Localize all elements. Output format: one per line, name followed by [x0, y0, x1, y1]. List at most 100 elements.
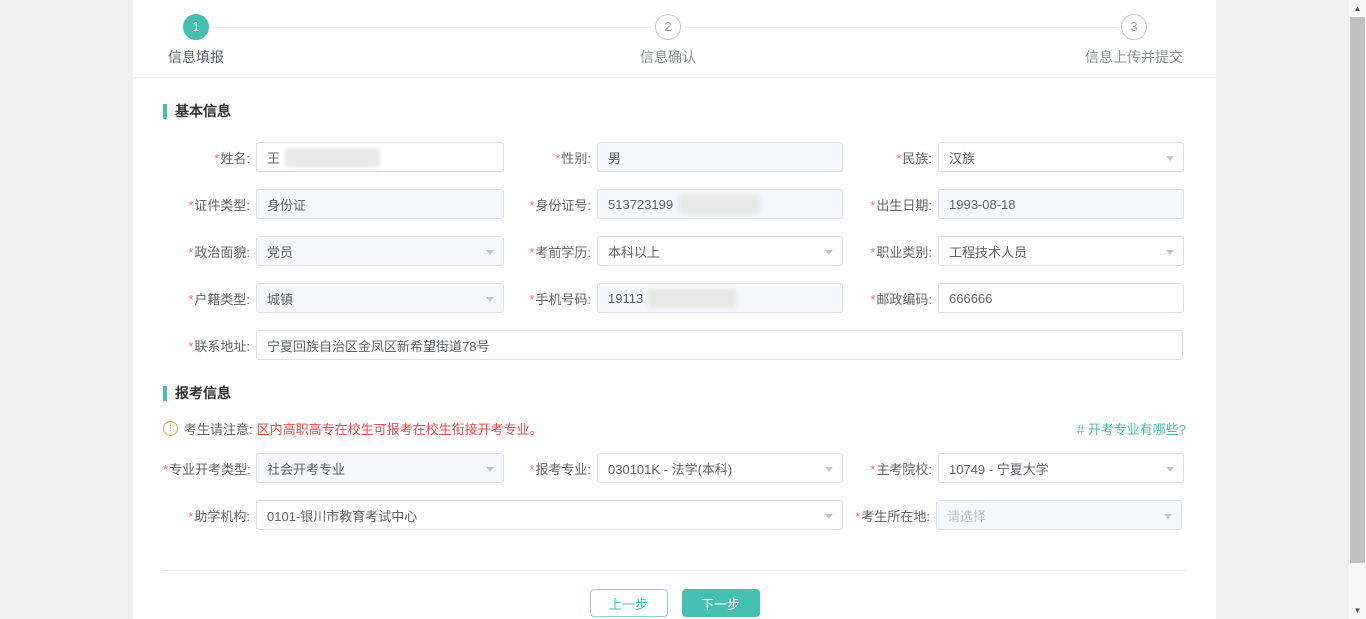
major-type-field: *专业开考类型: 社会开考专业 — [163, 453, 504, 483]
step-2-label: 信息确认 — [558, 47, 778, 67]
chevron-down-icon — [1166, 156, 1174, 161]
ethnicity-select[interactable]: 汉族 — [938, 142, 1184, 172]
occupation-field: *职业类别: 工程技术人员 — [845, 236, 1186, 266]
content-card: 1 信息填报 2 信息确认 3 信息上传并提交 基本信息 *姓名: 王 — [133, 0, 1216, 619]
step-3-upload-submit: 3 信息上传并提交 — [1024, 14, 1244, 67]
basic-row-4: *户籍类型: 城镇 *手机号码: 19113 *邮政编码: 666666 — [163, 283, 1186, 313]
apply-info-section-title: 报考信息 — [163, 383, 1186, 403]
basic-info-section-title: 基本信息 — [163, 101, 1186, 121]
required-mark: * — [188, 198, 193, 213]
id-type-field: *证件类型: 身份证 — [163, 189, 504, 219]
household-type-label: *户籍类型: — [163, 289, 256, 308]
id-number-input: 513723199 — [597, 189, 843, 219]
chevron-down-icon — [486, 250, 494, 255]
postcode-field: *邮政编码: 666666 — [845, 283, 1186, 313]
birth-date-field: *出生日期: 1993-08-18 — [845, 189, 1186, 219]
scroll-down-button[interactable]: ▼ — [1349, 602, 1366, 619]
next-step-button[interactable]: 下一步 — [682, 589, 760, 617]
notice-text: 区内高职高专在校生可报考在校生衔接开考专业。 — [257, 419, 543, 438]
redaction-mask — [648, 289, 736, 308]
postcode-label: *邮政编码: — [845, 289, 938, 308]
step-2-info-confirm: 2 信息确认 — [558, 14, 778, 67]
required-mark: * — [870, 198, 875, 213]
location-select[interactable]: 请选择 — [936, 500, 1182, 530]
notice-prefix: 考生请注意: — [184, 419, 253, 438]
id-number-label: *身份证号: — [504, 195, 597, 214]
chevron-down-icon — [825, 514, 833, 519]
address-input[interactable]: 宁夏回族自治区金凤区新希望街道78号 — [256, 330, 1183, 360]
previous-step-button[interactable]: 上一步 — [590, 589, 668, 617]
chevron-down-icon — [1164, 514, 1172, 519]
required-mark: * — [188, 339, 193, 354]
name-label: *姓名: — [163, 148, 256, 167]
major-type-label: *专业开考类型: — [163, 459, 256, 478]
gender-input: 男 — [597, 142, 843, 172]
step-1-info-fill: 1 信息填报 — [86, 14, 306, 67]
basic-row-5: *联系地址: 宁夏回族自治区金凤区新希望街道78号 — [163, 330, 1186, 360]
scrollbar-thumb[interactable] — [1350, 17, 1365, 563]
required-mark: * — [870, 292, 875, 307]
chevron-down-icon — [1166, 250, 1174, 255]
major-type-select[interactable]: 社会开考专业 — [256, 453, 504, 483]
major-select[interactable]: 030101K - 法学(本科) — [597, 453, 843, 483]
college-select[interactable]: 10749 - 宁夏大学 — [938, 453, 1184, 483]
apply-info-title-text: 报考信息 — [175, 383, 231, 403]
required-mark: * — [214, 151, 219, 166]
household-type-select[interactable]: 城镇 — [256, 283, 504, 313]
chevron-down-icon — [486, 297, 494, 302]
occupation-select[interactable]: 工程技术人员 — [938, 236, 1184, 266]
phone-label: *手机号码: — [504, 289, 597, 308]
required-mark: * — [896, 151, 901, 166]
major-field: *报考专业: 030101K - 法学(本科) — [504, 453, 845, 483]
birth-date-label: *出生日期: — [845, 195, 938, 214]
step-3-circle: 3 — [1121, 14, 1147, 40]
notice-row: ! 考生请注意: 区内高职高专在校生可报考在校生衔接开考专业。 # 开考专业有哪… — [163, 419, 1186, 438]
location-field: *考生所在地: 请选择 — [843, 500, 1184, 530]
required-mark: * — [529, 198, 534, 213]
required-mark: * — [855, 509, 860, 524]
college-label: *主考院校: — [845, 459, 938, 478]
candidate-notice: ! 考生请注意: 区内高职高专在校生可报考在校生衔接开考专业。 — [163, 419, 543, 438]
political-status-field: *政治面貌: 党员 — [163, 236, 504, 266]
phone-input: 19113 — [597, 283, 843, 313]
required-mark: * — [529, 462, 534, 477]
footer-actions: 上一步 下一步 — [163, 571, 1186, 617]
birth-date-input: 1993-08-18 — [938, 189, 1184, 219]
institution-select[interactable]: 0101-银川市教育考试中心 — [256, 500, 843, 530]
education-field: *考前学历: 本科以上 — [504, 236, 845, 266]
required-mark: * — [870, 462, 875, 477]
political-status-select[interactable]: 党员 — [256, 236, 504, 266]
id-type-input: 身份证 — [256, 189, 504, 219]
apply-row-1: *专业开考类型: 社会开考专业 *报考专业: 030101K - 法学(本科) … — [163, 453, 1186, 483]
form-area: 基本信息 *姓名: 王 *性别: 男 *民族: 汉族 *证件类型: — [133, 101, 1216, 617]
apply-row-2: *助学机构: 0101-银川市教育考试中心 *考生所在地: 请选择 — [163, 500, 1186, 530]
basic-row-1: *姓名: 王 *性别: 男 *民族: 汉族 — [163, 142, 1186, 172]
required-mark: * — [870, 245, 875, 260]
step-2-circle: 2 — [655, 14, 681, 40]
postcode-input[interactable]: 666666 — [938, 283, 1184, 313]
name-field: *姓名: 王 — [163, 142, 504, 172]
ethnicity-field: *民族: 汉族 — [845, 142, 1186, 172]
education-select[interactable]: 本科以上 — [597, 236, 843, 266]
chevron-down-icon — [486, 467, 494, 472]
basic-row-2: *证件类型: 身份证 *身份证号: 513723199 *出生日期: 1993-… — [163, 189, 1186, 219]
name-input[interactable]: 王 — [256, 142, 504, 172]
id-type-label: *证件类型: — [163, 195, 256, 214]
step-1-number: 1 — [192, 19, 199, 34]
open-majors-link[interactable]: # 开考专业有哪些? — [1077, 419, 1186, 438]
address-field: *联系地址: 宁夏回族自治区金凤区新希望街道78号 — [163, 330, 1183, 360]
id-number-field: *身份证号: 513723199 — [504, 189, 845, 219]
section-title-bar — [163, 104, 167, 119]
chevron-down-icon — [825, 250, 833, 255]
scrollbar[interactable]: ▲ ▼ — [1349, 0, 1366, 619]
redaction-mask — [678, 195, 760, 214]
institution-label: *助学机构: — [163, 506, 256, 525]
chevron-down-icon — [825, 467, 833, 472]
education-label: *考前学历: — [504, 242, 597, 261]
scroll-up-button[interactable]: ▲ — [1349, 0, 1366, 17]
political-status-label: *政治面貌: — [163, 242, 256, 261]
ethnicity-label: *民族: — [845, 148, 938, 167]
occupation-label: *职业类别: — [845, 242, 938, 261]
required-mark: * — [188, 292, 193, 307]
gender-field: *性别: 男 — [504, 142, 845, 172]
